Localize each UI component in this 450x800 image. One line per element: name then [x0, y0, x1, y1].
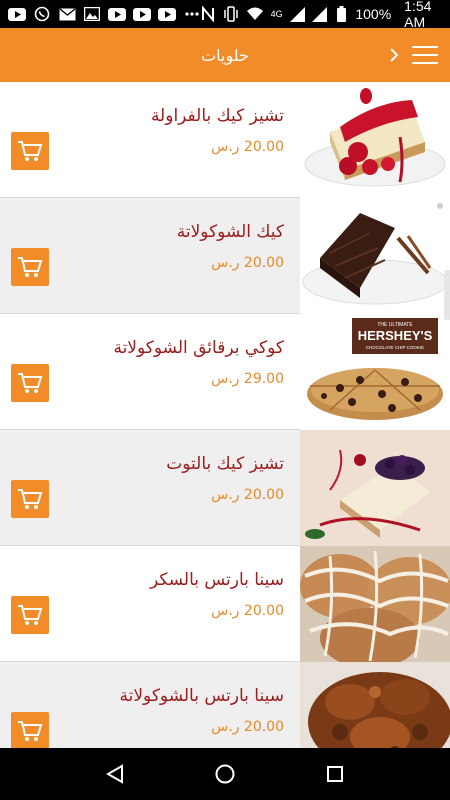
product-item[interactable]: سينا بارتس بالشوكولاتة 20.00 ر.س [0, 662, 450, 748]
hamburger-line [412, 46, 438, 48]
cart-icon [18, 721, 43, 741]
product-price: 20.00 ر.س [211, 603, 284, 619]
youtube-icon [158, 6, 176, 22]
product-price: 20.00 ر.س [211, 719, 284, 735]
clock: 1:54 AM [404, 0, 432, 30]
more-dots-icon [183, 6, 201, 22]
product-item[interactable]: تشيز كيك بالتوت 20.00 ر.س [0, 430, 450, 546]
back-triangle-icon [105, 764, 123, 784]
hamburger-line [412, 54, 438, 56]
network-type: 4G [270, 9, 283, 19]
youtube-icon [8, 6, 26, 22]
add-to-cart-button[interactable] [11, 364, 49, 402]
status-bar: 4G 100% 1:54 AM [0, 0, 450, 30]
status-right-icons: 4G 100% 1:54 AM [201, 0, 446, 30]
product-image-cinnamon-sugar [300, 546, 450, 662]
cart-icon [18, 489, 43, 509]
product-item[interactable]: كيك الشوكولاتة 20.00 ر.س [0, 198, 450, 314]
add-to-cart-button[interactable] [11, 132, 49, 170]
product-price: 20.00 ر.س [211, 255, 284, 271]
product-image-strawberry-cheesecake [300, 82, 450, 198]
cart-icon [18, 605, 43, 625]
mail-icon [58, 6, 76, 22]
menu-button[interactable] [412, 43, 438, 67]
add-to-cart-button[interactable] [11, 480, 49, 518]
scroll-handle[interactable] [444, 270, 450, 320]
system-nav-bar [0, 748, 450, 800]
cart-icon [18, 373, 43, 393]
add-to-cart-button[interactable] [11, 248, 49, 286]
back-button[interactable] [386, 42, 402, 68]
add-to-cart-button[interactable] [11, 596, 49, 634]
app-bar: حلويات [0, 28, 450, 82]
cart-icon [18, 257, 43, 277]
battery-icon [334, 6, 349, 22]
product-image-cinnamon-chocolate [300, 662, 450, 748]
nav-back-button[interactable] [97, 756, 133, 792]
chevron-right-icon [390, 48, 399, 62]
product-image-chocolate-cake [300, 198, 450, 314]
nav-home-button[interactable] [207, 756, 243, 792]
product-name: كيك الشوكولاتة [176, 222, 284, 242]
youtube-icon [108, 6, 126, 22]
brand-logo: HERSHEY'S [358, 328, 433, 343]
youtube-icon [133, 6, 151, 22]
battery-level: 100% [355, 6, 392, 22]
product-price: 20.00 ر.س [211, 139, 284, 155]
page-title: حلويات [201, 45, 249, 65]
status-left-icons [8, 6, 201, 22]
product-name: كوكي برقائق الشوكولاتة [113, 338, 284, 358]
home-circle-icon [215, 764, 235, 784]
product-image-berry-cheesecake [300, 430, 450, 546]
product-name: تشيز كيك بالتوت [166, 454, 284, 474]
product-image-chocolate-chip-cookie: THE ULTIMATE HERSHEY'S CHOCOLATE CHIP CO… [300, 314, 450, 430]
hamburger-line [412, 62, 438, 64]
product-name: سينا بارتس بالشوكولاتة [119, 686, 284, 706]
product-item[interactable]: سينا بارتس بالسكر 20.00 ر.س [0, 546, 450, 662]
cart-icon [18, 141, 43, 161]
product-name: سينا بارتس بالسكر [149, 570, 284, 590]
image-icon [83, 6, 101, 22]
nav-recents-button[interactable] [317, 756, 353, 792]
recents-square-icon [327, 766, 343, 782]
signal-icon [289, 6, 305, 22]
wifi-icon [246, 6, 264, 22]
whatsapp-icon [33, 6, 51, 22]
vibrate-icon [223, 6, 239, 22]
product-item[interactable]: تشيز كيك بالفراولة 20.00 ر.س [0, 82, 450, 198]
product-name: تشيز كيك بالفراولة [150, 106, 284, 126]
product-price: 20.00 ر.س [211, 487, 284, 503]
nfc-icon [201, 6, 216, 22]
product-item[interactable]: THE ULTIMATE HERSHEY'S CHOCOLATE CHIP CO… [0, 314, 450, 430]
add-to-cart-button[interactable] [11, 712, 49, 748]
product-price: 29.00 ر.س [211, 371, 284, 387]
product-list[interactable]: تشيز كيك بالفراولة 20.00 ر.س كيك الشوكول… [0, 82, 450, 748]
brand-sub-text: CHOCOLATE CHIP COOKIE [366, 345, 424, 350]
signal-icon [311, 6, 327, 22]
